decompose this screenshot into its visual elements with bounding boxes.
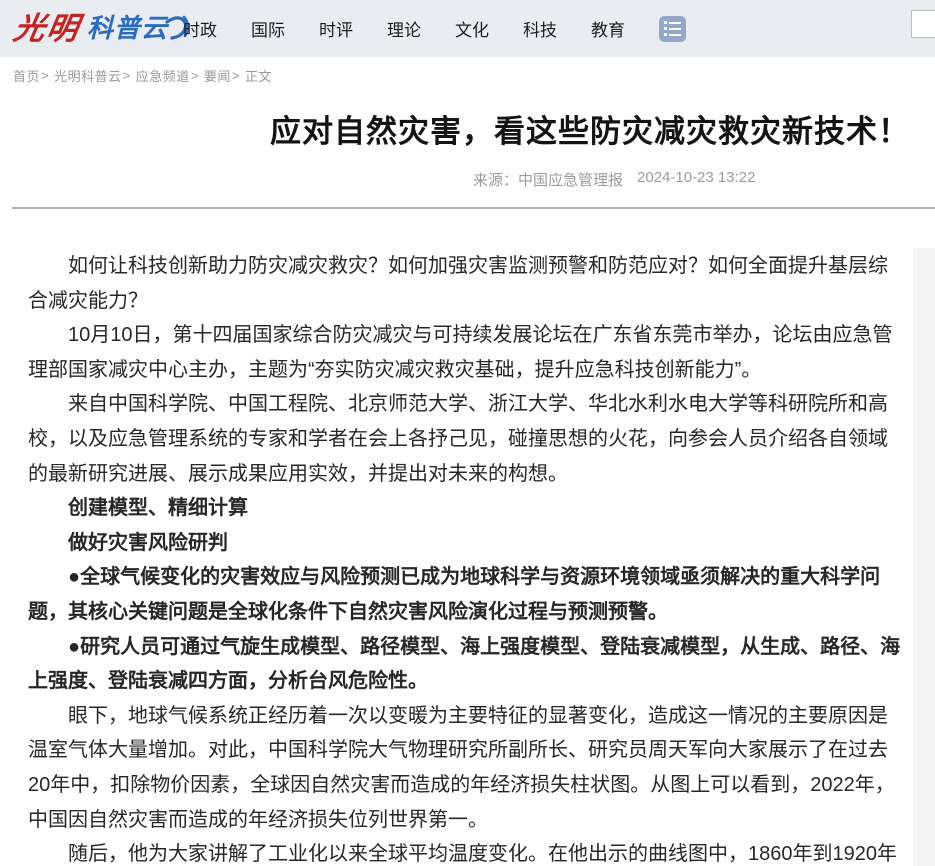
article-paragraph-8: 眼下，地球气候系统正经历着一次以变暖为主要特征的显著变化，造成这一情况的主要原因… [28,699,906,837]
nav-item-4[interactable]: 理论 [387,16,421,41]
logo-text-kepuyun: 科普云 [87,15,168,41]
article-paragraph-4: 创建模型、精细计算 [28,491,906,526]
breadcrumb-item-4[interactable]: 要闻 [204,66,231,85]
list-menu-icon [664,21,681,24]
breadcrumb-separator: > [41,68,49,83]
article-body: 如何让科技创新助力防灾减灾救灾？如何加强灾害监测预警和防范应对？如何全面提升基层… [28,249,906,866]
article-paragraph-7: ●研究人员可通过气旋生成模型、路径模型、海上强度模型、登陆衰减模型，从生成、路径… [28,630,906,699]
article-paragraph-3: 来自中国科学院、中国工程院、北京师范大学、浙江大学、华北水利水电大学等科研院所和… [28,387,906,491]
publish-time: 2024-10-23 13:22 [637,169,755,190]
logo-text-guangming: 光明 [11,13,82,44]
page: 光明 科普云 时政 国际 时评 理论 文化 科技 教育 [0,0,935,866]
nav-item-1[interactable]: 时政 [183,16,217,41]
nav-item-2[interactable]: 国际 [251,16,285,41]
list-menu-button[interactable] [659,16,686,42]
top-nav-bar: 光明 科普云 时政 国际 时评 理论 文化 科技 教育 [0,0,935,57]
article-paragraph-6: ●全球气候变化的灾害效应与风险预测已成为地球科学与资源环境领域亟须解决的重大科学… [28,560,906,629]
article-paragraph-9: 随后，他为大家讲解了工业化以来全球平均温度变化。在他出示的曲线图中，1860年到… [28,837,906,866]
breadcrumb-item-1[interactable]: 首页 [13,66,40,85]
article-paragraph-5: 做好灾害风险研判 [28,526,906,561]
breadcrumb-item-2[interactable]: 光明科普云 [54,66,122,85]
article-title: 应对自然灾害，看这些防灾减灾救灾新技术！ [0,106,935,151]
nav-item-7[interactable]: 教育 [591,16,625,41]
breadcrumb-item-5: 正文 [245,66,272,85]
main-nav: 时政 国际 时评 理论 文化 科技 教育 [183,0,686,57]
site-logo[interactable]: 光明 科普云 [14,6,190,50]
article-source-line: 来源：中国应急管理报 2024-10-23 13:22 [473,169,755,190]
breadcrumb-separator: > [232,68,240,83]
article-paragraph-2: 10月10日，第十四届国家综合防灾减灾与可持续发展论坛在广东省东莞市举办，论坛由… [28,318,906,387]
breadcrumb: 首页>光明科普云>应急频道>要闻>正文 [13,66,272,85]
title-divider [12,207,935,209]
breadcrumb-separator: > [123,68,131,83]
nav-item-6[interactable]: 科技 [523,16,557,41]
source-label: 来源：中国应急管理报 [473,169,623,190]
nav-item-3[interactable]: 时评 [319,16,353,41]
nav-item-5[interactable]: 文化 [455,16,489,41]
breadcrumb-item-3[interactable]: 应急频道 [136,66,190,85]
top-right-partial-box [911,10,935,38]
right-side-strip [913,248,935,866]
breadcrumb-separator: > [191,68,199,83]
article-paragraph-1: 如何让科技创新助力防灾减灾救灾？如何加强灾害监测预警和防范应对？如何全面提升基层… [28,249,906,318]
